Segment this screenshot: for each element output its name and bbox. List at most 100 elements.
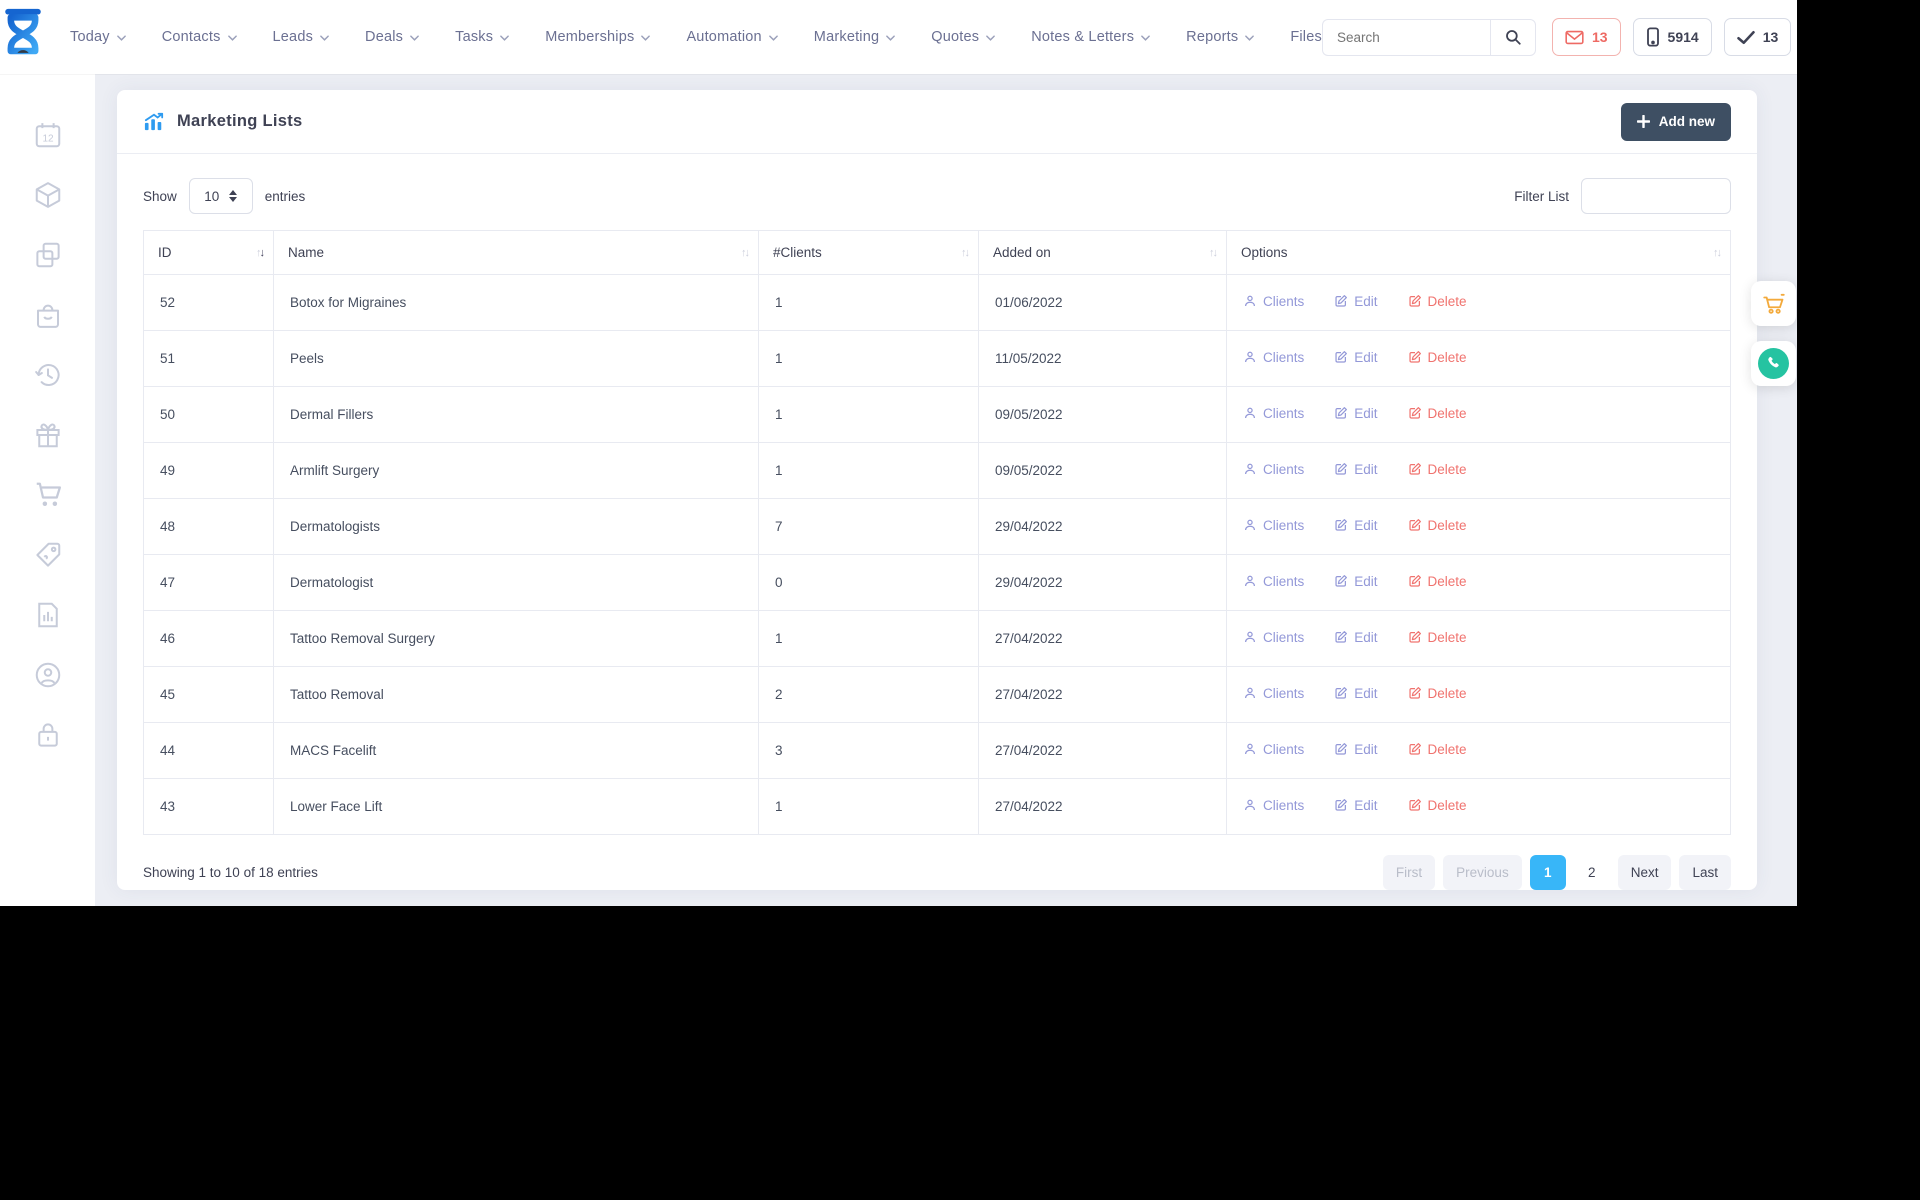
- cell-name: Dermatologists: [273, 498, 759, 555]
- delete-link[interactable]: Delete: [1408, 294, 1467, 309]
- edit-link[interactable]: Edit: [1334, 406, 1378, 421]
- contact-fab-button[interactable]: [1751, 341, 1796, 386]
- sidebar-item-shop-orders[interactable]: [31, 298, 65, 332]
- clients-link[interactable]: Clients: [1243, 294, 1304, 309]
- sidebar-item-pricing[interactable]: [31, 538, 65, 572]
- table-row: 50 Dermal Fillers 1 09/05/2022 Clients Edit De…: [143, 386, 1731, 443]
- nav-item-files[interactable]: Files: [1290, 29, 1322, 45]
- phone-badge[interactable]: 5914: [1632, 18, 1712, 56]
- cell-clients: 1: [758, 610, 979, 667]
- add-new-button[interactable]: Add new: [1620, 102, 1731, 141]
- nav-item-leads[interactable]: Leads: [273, 29, 330, 45]
- column-header-clients[interactable]: #Clients ↑↓: [758, 230, 979, 275]
- page-size-select[interactable]: 10: [188, 178, 253, 214]
- cell-clients: 1: [758, 386, 979, 443]
- clients-link[interactable]: Clients: [1243, 630, 1304, 645]
- clients-link[interactable]: Clients: [1243, 686, 1304, 701]
- nav-item-notes-letters[interactable]: Notes & Letters: [1031, 29, 1150, 45]
- delete-link[interactable]: Delete: [1408, 462, 1467, 477]
- column-header-options[interactable]: Options ↑↓: [1226, 230, 1731, 275]
- delete-link[interactable]: Delete: [1408, 574, 1467, 589]
- edit-link[interactable]: Edit: [1334, 294, 1378, 309]
- nav-item-tasks[interactable]: Tasks: [455, 29, 510, 45]
- top-bar: Today Contacts Leads Deals Tasks Memberships A…: [0, 0, 1797, 74]
- edit-icon: [1335, 631, 1348, 643]
- nav-item-quotes[interactable]: Quotes: [931, 29, 996, 45]
- messages-count: 13: [1591, 29, 1608, 45]
- clients-link[interactable]: Clients: [1243, 350, 1304, 365]
- nav-item-reports[interactable]: Reports: [1186, 29, 1255, 45]
- nav-item-memberships[interactable]: Memberships: [545, 29, 651, 45]
- clients-link[interactable]: Clients: [1243, 798, 1304, 813]
- clients-link[interactable]: Clients: [1243, 574, 1304, 589]
- clients-link[interactable]: Clients: [1243, 406, 1304, 421]
- page-button-2[interactable]: 2: [1574, 855, 1610, 890]
- cell-clients: 1: [758, 274, 979, 331]
- nav-item-today[interactable]: Today: [70, 29, 126, 45]
- nav-item-deals[interactable]: Deals: [365, 29, 419, 45]
- nav-item-automation[interactable]: Automation: [686, 29, 778, 45]
- sidebar-item-products[interactable]: [31, 178, 65, 212]
- column-header-added-on[interactable]: Added on ↑↓: [978, 230, 1227, 275]
- lock-icon: [37, 723, 58, 747]
- cell-id: 48: [143, 498, 274, 555]
- page-button-1[interactable]: 1: [1529, 855, 1566, 890]
- sidebar-item-gift-vouchers[interactable]: [31, 418, 65, 452]
- clients-link[interactable]: Clients: [1243, 742, 1304, 757]
- nav-item-marketing[interactable]: Marketing: [814, 29, 896, 45]
- card-footer: Showing 1 to 10 of 18 entries First Previ…: [117, 835, 1757, 906]
- column-header-name[interactable]: Name ↑↓: [273, 230, 759, 275]
- edit-link[interactable]: Edit: [1334, 630, 1378, 645]
- edit-link[interactable]: Edit: [1334, 462, 1378, 477]
- cell-clients: 2: [758, 666, 979, 723]
- user-icon: [1245, 687, 1255, 699]
- tasks-badge[interactable]: 13: [1723, 18, 1792, 56]
- page-button-last[interactable]: Last: [1679, 855, 1731, 890]
- user-icon: [1245, 351, 1255, 363]
- sidebar-item-duplicates[interactable]: [31, 238, 65, 272]
- messages-badge[interactable]: 13: [1551, 18, 1621, 56]
- edit-icon: [1335, 687, 1348, 699]
- delete-link[interactable]: Delete: [1408, 350, 1467, 365]
- delete-link[interactable]: Delete: [1408, 518, 1467, 533]
- search-input[interactable]: [1321, 18, 1490, 56]
- nav-item-contacts[interactable]: Contacts: [162, 29, 237, 45]
- sidebar-item-history[interactable]: [31, 358, 65, 392]
- sidebar-item-reports[interactable]: [31, 598, 65, 632]
- cell-name: Dermatologist: [273, 554, 759, 611]
- clients-link[interactable]: Clients: [1243, 462, 1304, 477]
- clients-link[interactable]: Clients: [1243, 518, 1304, 533]
- delete-link[interactable]: Delete: [1408, 406, 1467, 421]
- sidebar-item-support[interactable]: [31, 658, 65, 692]
- delete-link[interactable]: Delete: [1408, 798, 1467, 813]
- cell-options: Clients Edit Delete: [1226, 722, 1731, 779]
- edit-link[interactable]: Edit: [1334, 742, 1378, 757]
- edit-link[interactable]: Edit: [1334, 350, 1378, 365]
- edit-link[interactable]: Edit: [1334, 798, 1378, 813]
- topbar-badges: 13 5914 13 ?: [1551, 18, 1797, 56]
- sidebar-item-cart[interactable]: [31, 478, 65, 512]
- filter-group: Filter List: [1514, 178, 1731, 214]
- cell-id: 51: [143, 330, 274, 387]
- cell-added-on: 09/05/2022: [978, 442, 1227, 499]
- page-button-next[interactable]: Next: [1617, 855, 1672, 890]
- delete-link[interactable]: Delete: [1408, 686, 1467, 701]
- edit-link[interactable]: Edit: [1334, 518, 1378, 533]
- delete-link[interactable]: Delete: [1408, 630, 1467, 645]
- delete-link[interactable]: Delete: [1408, 742, 1467, 757]
- delete-icon: [1408, 631, 1421, 643]
- filter-input[interactable]: [1581, 178, 1731, 214]
- table-row: 52 Botox for Migraines 1 01/06/2022 Clients E…: [143, 274, 1731, 331]
- column-header-id[interactable]: ID ↑↓: [143, 230, 274, 275]
- edit-link[interactable]: Edit: [1334, 574, 1378, 589]
- edit-link[interactable]: Edit: [1334, 686, 1378, 701]
- table-body: 52 Botox for Migraines 1 01/06/2022 Clients E…: [143, 274, 1731, 835]
- user-icon: [1245, 631, 1255, 643]
- plus-icon: [1636, 115, 1650, 128]
- sidebar-item-calendar[interactable]: 12: [31, 118, 65, 152]
- search-button[interactable]: [1489, 18, 1536, 56]
- sidebar-item-security[interactable]: [31, 718, 65, 752]
- brand-logo[interactable]: [0, 8, 46, 66]
- shop-fab-button[interactable]: [1751, 281, 1796, 326]
- mobile-icon: [1646, 27, 1659, 47]
